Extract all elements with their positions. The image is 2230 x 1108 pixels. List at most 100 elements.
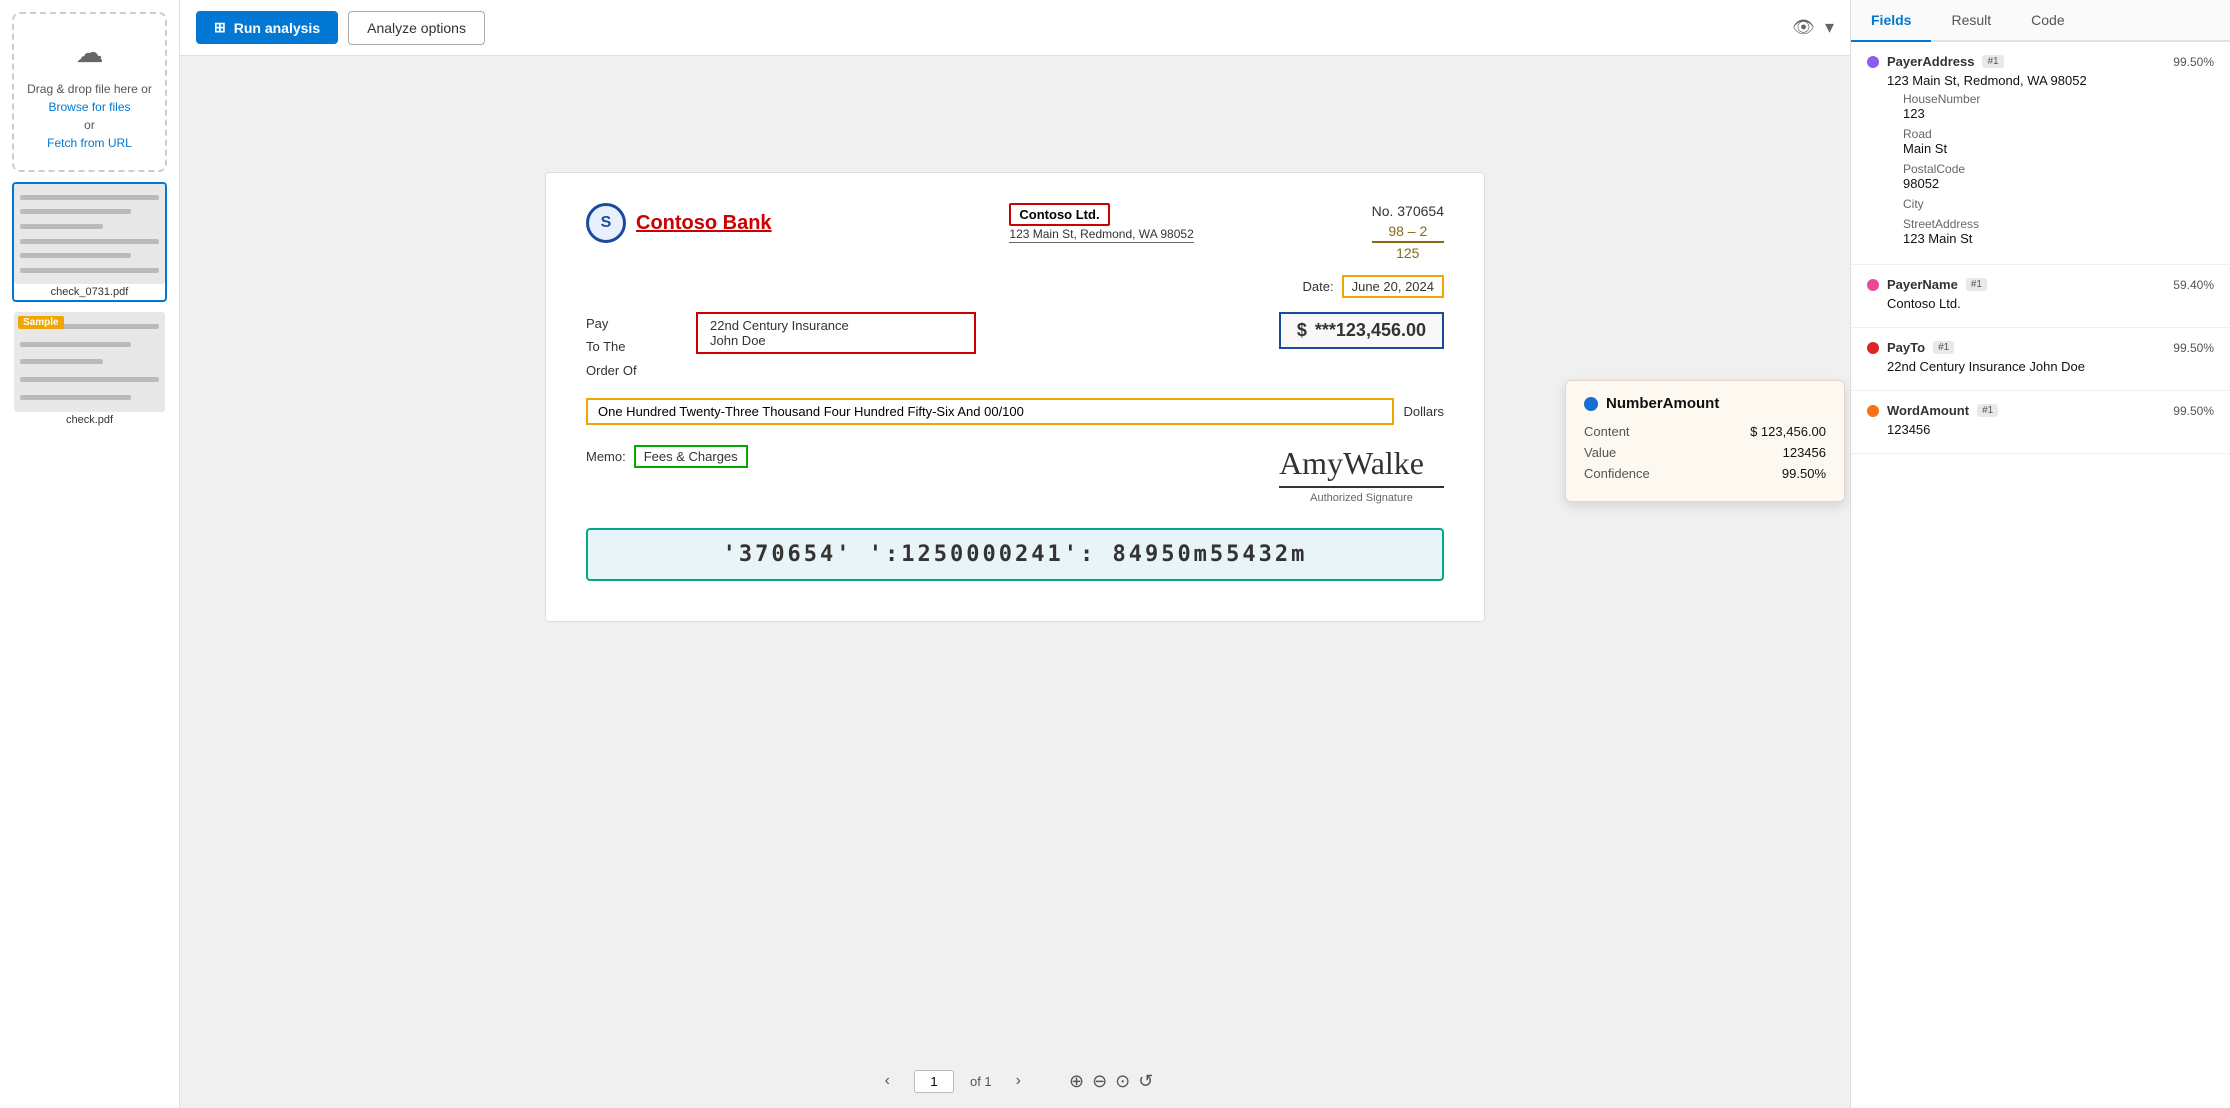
run-analysis-button[interactable]: ⊞ Run analysis (196, 11, 338, 44)
zoom-out-icon[interactable]: ⊖ (1092, 1071, 1107, 1092)
thumbnail-check[interactable]: Sample check.pdf (12, 310, 167, 430)
main-content: ⊞ Run analysis Analyze options 👁 ▾ S Con… (180, 0, 1850, 1108)
bank-logo: S Contoso Bank (586, 203, 772, 243)
payer-name-box: Contoso Ltd. (1009, 203, 1109, 226)
field-dot-payer-name (1867, 279, 1879, 291)
empty-bottom (545, 638, 1485, 718)
field-value-payto: 22nd Century Insurance John Doe (1887, 359, 2214, 374)
upload-icon: ☁ (24, 32, 155, 74)
run-icon: ⊞ (214, 19, 226, 36)
browse-link[interactable]: Browse for files (48, 100, 130, 114)
bank-name: Contoso Bank (636, 212, 772, 235)
payer-section: Contoso Ltd. 123 Main St, Redmond, WA 98… (1009, 203, 1193, 243)
sub-field-city: City (1903, 197, 2214, 211)
field-dot-word-amount (1867, 405, 1879, 417)
signature-image: AmyWalke (1279, 445, 1444, 488)
zoom-in-icon[interactable]: ⊕ (1069, 1071, 1084, 1092)
field-dot-payer-address (1867, 56, 1879, 68)
tooltip-numeric-value: 123456 (1783, 445, 1826, 460)
field-badge-payto: #1 (1933, 341, 1954, 354)
toolbar-icons: 👁 ▾ (1792, 17, 1834, 38)
tooltip-title: NumberAmount (1606, 395, 1719, 412)
check-fraction: 98 – 2 125 (1372, 223, 1444, 261)
thumb-label-2: check.pdf (14, 412, 165, 428)
field-payer-name: PayerName #1 59.40% Contoso Ltd. (1851, 265, 2230, 328)
next-page-button[interactable]: › (1008, 1068, 1029, 1094)
or-text: or (84, 118, 95, 132)
prev-page-button[interactable]: ‹ (877, 1068, 898, 1094)
thumbnail-check-0731[interactable]: check_0731.pdf (12, 182, 167, 302)
analyze-label: Analyze options (367, 20, 466, 36)
field-badge-payer-name: #1 (1966, 278, 1987, 291)
date-label: Date: (1303, 279, 1334, 294)
fit-icon[interactable]: ⊙ (1115, 1071, 1130, 1092)
eye-icon[interactable]: 👁 (1792, 17, 1815, 38)
sample-badge: Sample (18, 316, 64, 329)
field-payto: PayTo #1 99.50% 22nd Century Insurance J… (1851, 328, 2230, 391)
field-header-payer-address: PayerAddress #1 99.50% (1867, 54, 2214, 69)
memo-label: Memo: (586, 449, 626, 464)
page-number-input[interactable] (914, 1070, 954, 1093)
panel-tabs: Fields Result Code (1851, 0, 2230, 42)
tab-code[interactable]: Code (2011, 0, 2084, 42)
tooltip-header: NumberAmount (1584, 395, 1826, 412)
check-document: S Contoso Bank Contoso Ltd. 123 Main St,… (545, 172, 1485, 622)
field-title-row-payto: PayTo #1 (1867, 340, 1954, 355)
sub-field-streetaddress: StreetAddress 123 Main St (1903, 217, 2214, 246)
memo-row: Memo: Fees & Charges (586, 445, 748, 468)
tab-fields[interactable]: Fields (1851, 0, 1931, 42)
analyze-options-button[interactable]: Analyze options (348, 11, 485, 45)
field-confidence-payer-name: 59.40% (2173, 278, 2214, 292)
chevron-down-icon[interactable]: ▾ (1825, 17, 1834, 38)
sub-field-housenumber: HouseNumber 123 (1903, 92, 2214, 121)
field-value-word-amount: 123456 (1887, 422, 2214, 437)
drop-text: Drag & drop file here or (27, 82, 152, 96)
tooltip-content-value: $ 123,456.00 (1750, 424, 1826, 439)
right-panel: Fields Result Code PayerAddress #1 99.50… (1850, 0, 2230, 1108)
check-number-area: No. 370654 98 – 2 125 (1372, 203, 1444, 261)
signature-label: Authorized Signature (1279, 492, 1444, 504)
sub-field-road: Road Main St (1903, 127, 2214, 156)
doc-viewer[interactable]: S Contoso Bank Contoso Ltd. 123 Main St,… (180, 56, 1850, 1054)
thumbnail-area: check_0731.pdf Sample check.pdf (12, 182, 167, 430)
logo-symbol: S (586, 203, 626, 243)
check-header-row: S Contoso Bank Contoso Ltd. 123 Main St,… (586, 203, 1444, 261)
payto-line1: 22nd Century Insurance (710, 318, 962, 333)
fetch-link[interactable]: Fetch from URL (47, 136, 132, 150)
tooltip-value-row: Value 123456 (1584, 445, 1826, 460)
payto-row: Pay To The Order Of 22nd Century Insuran… (586, 312, 1444, 382)
field-name-payer-name: PayerName (1887, 277, 1958, 292)
field-header-payer-name: PayerName #1 59.40% (1867, 277, 2214, 292)
field-badge-payer-address: #1 (1982, 55, 2003, 68)
amount-box: $ ***123,456.00 (1279, 312, 1444, 349)
date-value: June 20, 2024 (1342, 275, 1444, 298)
tooltip-confidence-row: Confidence 99.50% (1584, 466, 1826, 481)
tooltip-content-label: Content (1584, 424, 1630, 439)
field-header-payto: PayTo #1 99.50% (1867, 340, 2214, 355)
run-label: Run analysis (234, 20, 320, 36)
date-row: Date: June 20, 2024 (586, 275, 1444, 298)
drop-zone[interactable]: ☁ Drag & drop file here or Browse for fi… (12, 12, 167, 172)
field-name-word-amount: WordAmount (1887, 403, 1969, 418)
page-total: of 1 (970, 1074, 992, 1089)
thumb-img-1 (14, 184, 165, 284)
rotate-icon[interactable]: ↺ (1138, 1071, 1153, 1092)
tooltip-confidence-value: 99.50% (1782, 466, 1826, 481)
tooltip-content-row: Content $ 123,456.00 (1584, 424, 1826, 439)
panel-content: PayerAddress #1 99.50% 123 Main St, Redm… (1851, 42, 2230, 1108)
field-confidence-payer-address: 99.50% (2173, 55, 2214, 69)
field-confidence-word-amount: 99.50% (2173, 404, 2214, 418)
tooltip-dot (1584, 397, 1598, 411)
field-payer-address: PayerAddress #1 99.50% 123 Main St, Redm… (1851, 42, 2230, 265)
field-value-payer-name: Contoso Ltd. (1887, 296, 2214, 311)
tooltip-confidence-label: Confidence (1584, 466, 1650, 481)
memo-value: Fees & Charges (634, 445, 748, 468)
memo-sig-row: Memo: Fees & Charges AmyWalke Authorized… (586, 445, 1444, 504)
signature-block: AmyWalke Authorized Signature (1279, 445, 1444, 504)
sidebar: ☁ Drag & drop file here or Browse for fi… (0, 0, 180, 1108)
payto-line2: John Doe (710, 333, 962, 348)
toolbar: ⊞ Run analysis Analyze options 👁 ▾ (180, 0, 1850, 56)
number-amount-tooltip: NumberAmount Content $ 123,456.00 Value … (1565, 380, 1845, 502)
empty-top (545, 76, 1485, 156)
tab-result[interactable]: Result (1931, 0, 2011, 42)
